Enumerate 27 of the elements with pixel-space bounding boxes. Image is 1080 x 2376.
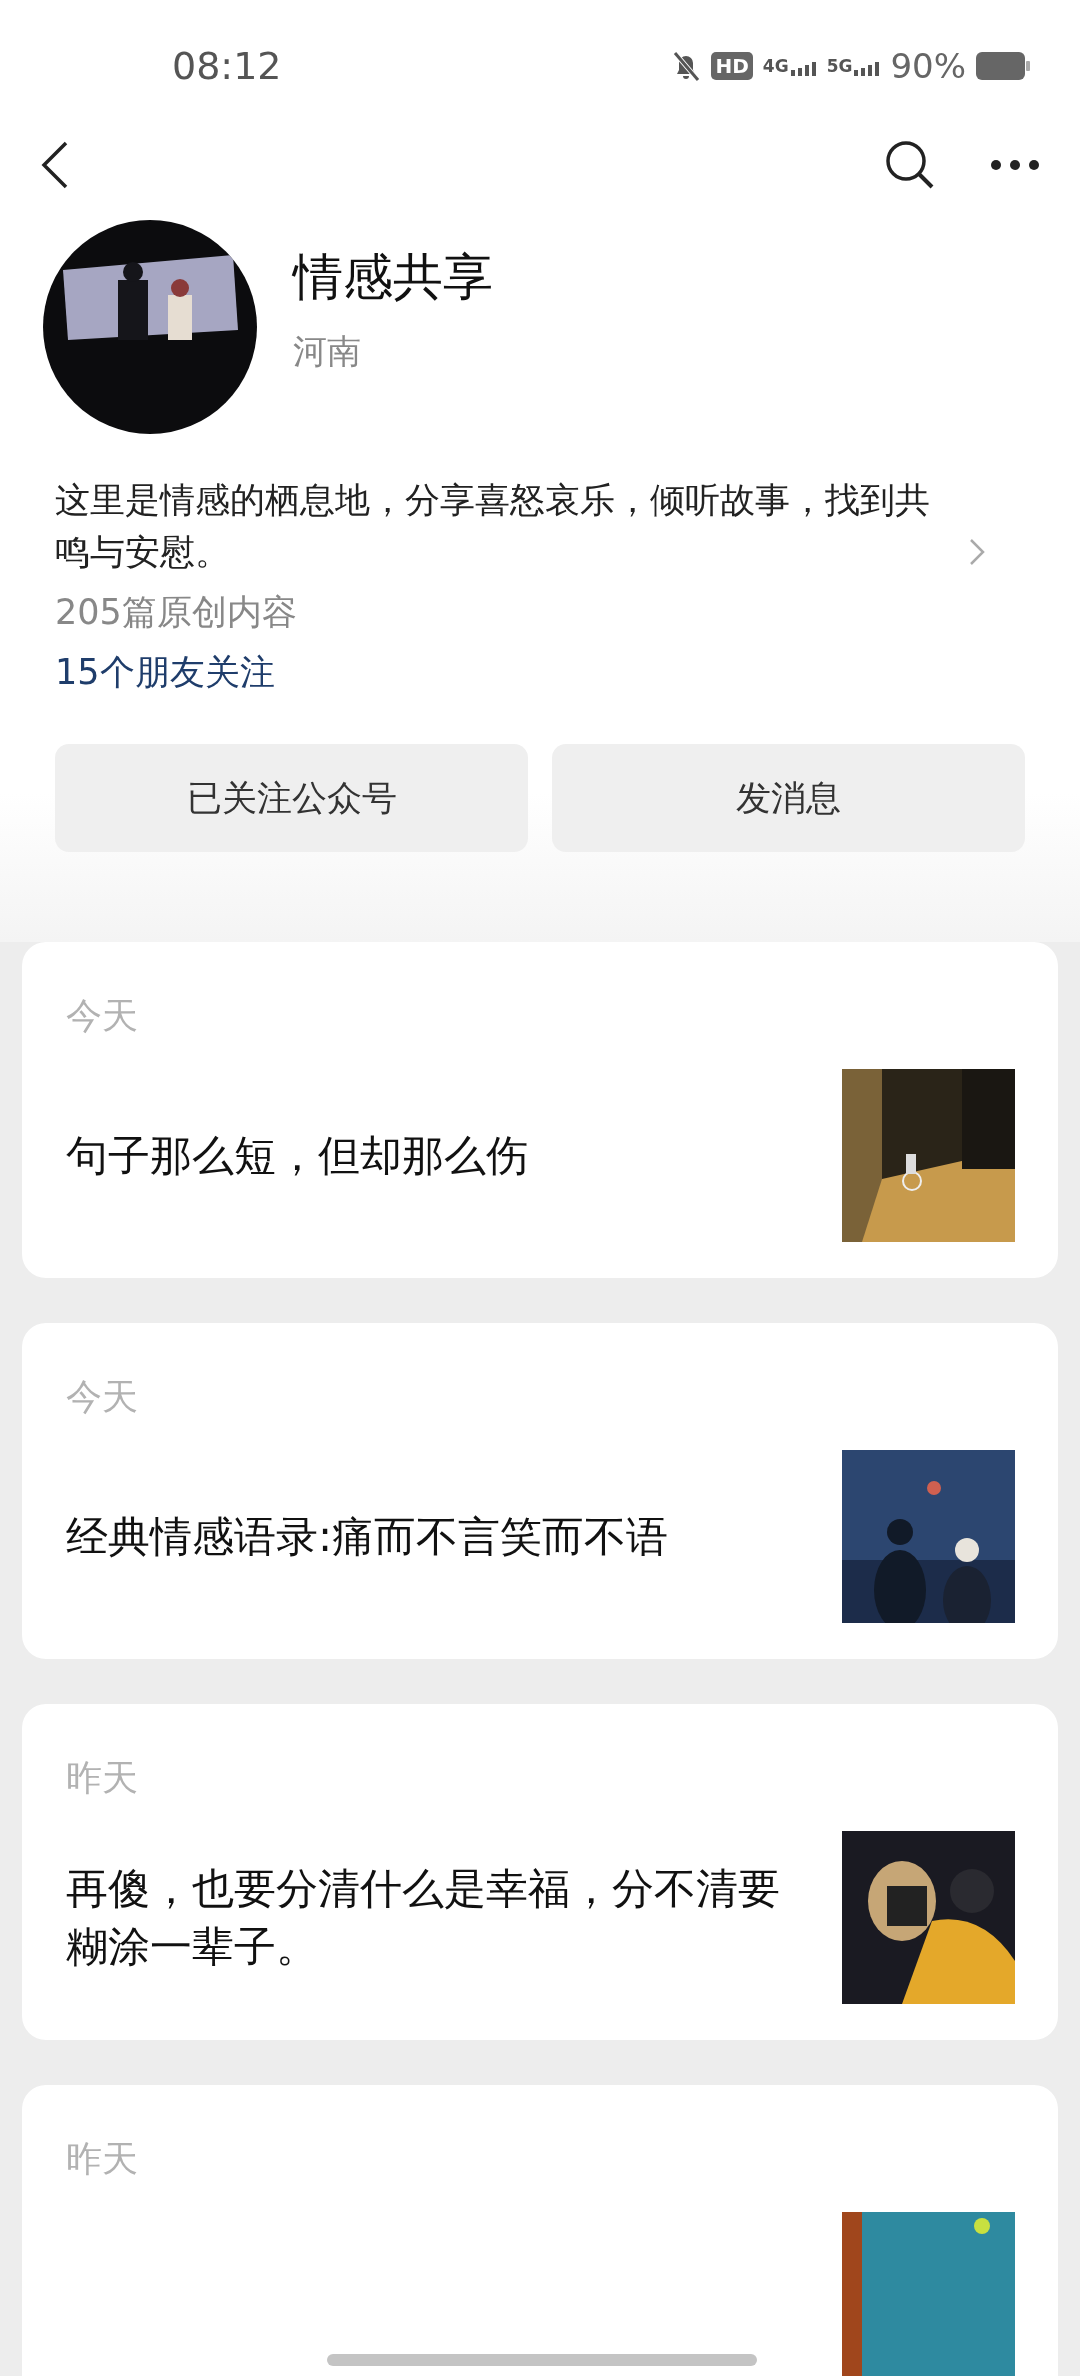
- article-title: 经典情感语录:痛而不言笑而不语: [66, 1510, 669, 1563]
- more-icon[interactable]: [990, 159, 1040, 171]
- article-card[interactable]: 今天 经典情感语录:痛而不言笑而不语: [22, 1323, 1058, 1659]
- message-button[interactable]: 发消息: [552, 744, 1025, 852]
- article-date: 今天: [66, 994, 139, 1038]
- battery-icon: [976, 52, 1030, 80]
- article-card[interactable]: 昨天 再傻，也要分清什么是幸福，分不清要糊涂一辈子。: [22, 1704, 1058, 2040]
- article-title: 句子那么短，但却那么伤: [66, 1129, 528, 1182]
- muted-bell-icon: [671, 50, 702, 82]
- followed-button[interactable]: 已关注公众号: [55, 744, 528, 852]
- battery-percent: 90%: [890, 46, 966, 86]
- network-indicator: HD: [711, 52, 753, 80]
- network-indicator: 5G: [826, 56, 881, 76]
- article-card[interactable]: 今天 句子那么短，但却那么伤: [22, 942, 1058, 1278]
- network-indicator: 4G: [762, 56, 817, 76]
- search-icon[interactable]: [885, 140, 935, 190]
- article-date: 今天: [66, 1375, 139, 1419]
- article-date: 昨天: [66, 1756, 139, 1800]
- article-date: 昨天: [66, 2137, 139, 2181]
- account-name: 情感共享: [293, 246, 493, 308]
- account-region: 河南: [293, 329, 362, 373]
- article-title: 再傻，也要分清什么是幸福，分不清要糊涂一辈子。: [66, 1862, 781, 1973]
- account-description: 这里是情感的栖息地，分享喜怒哀乐，倾听故事，找到共鸣与安慰。: [55, 479, 931, 574]
- friends-following-link[interactable]: 15个朋友关注: [55, 642, 1025, 702]
- article-count: 205篇原创内容: [55, 591, 298, 634]
- back-icon[interactable]: [40, 141, 68, 189]
- status-time: 08:12: [172, 44, 282, 88]
